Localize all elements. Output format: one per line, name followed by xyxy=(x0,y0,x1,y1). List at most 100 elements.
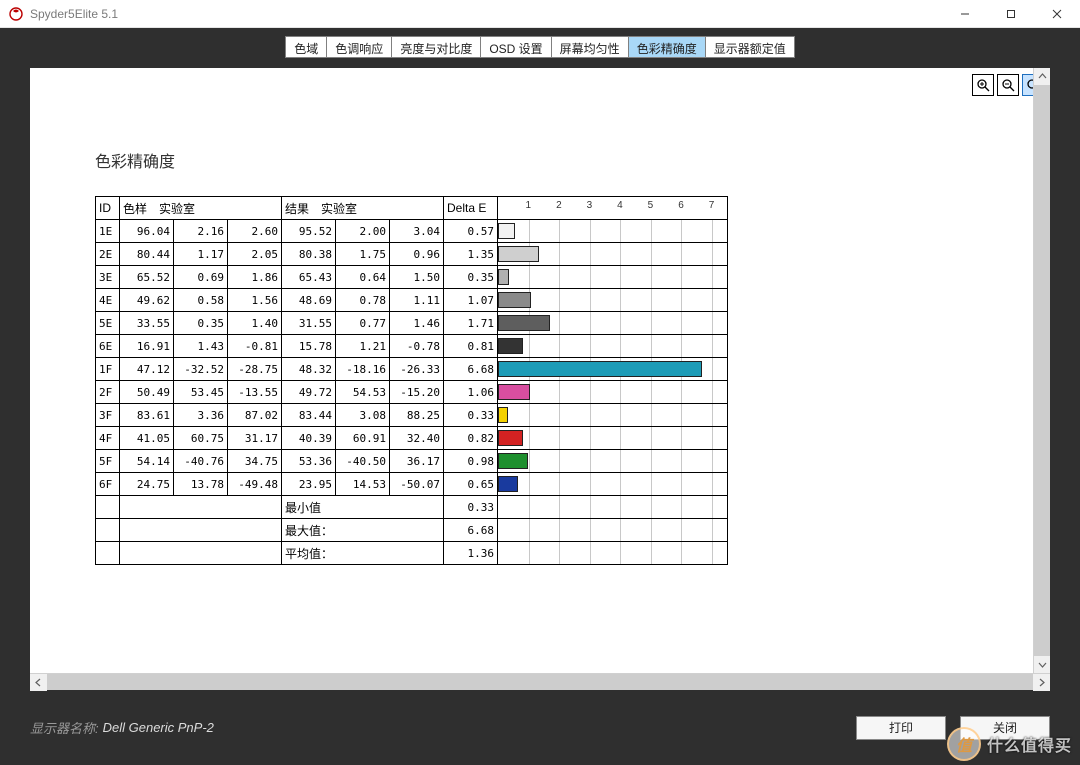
table-stat-row: 平均值：1.36 xyxy=(96,542,728,565)
tab-0[interactable]: 色域 xyxy=(286,37,327,57)
content-panel: 色彩精确度 ID色样 实验室结果 实验室Delta E12345671E96.0… xyxy=(30,68,1050,690)
cell-sample: 54.14 xyxy=(120,450,174,473)
cell-sample: -49.48 xyxy=(228,473,282,496)
cell-delta-e: 1.06 xyxy=(444,381,498,404)
tab-2[interactable]: 亮度与对比度 xyxy=(392,37,481,57)
cell-sample: 47.12 xyxy=(120,358,174,381)
stat-label: 最小值 xyxy=(282,496,444,519)
cell-sample: 34.75 xyxy=(228,450,282,473)
cell-result: 15.78 xyxy=(282,335,336,358)
table-stat-row: 最大值：6.68 xyxy=(96,519,728,542)
cell-result: 2.00 xyxy=(336,220,390,243)
vertical-scrollbar[interactable] xyxy=(1033,68,1050,673)
cell-sample: 2.05 xyxy=(228,243,282,266)
cell-sample: 0.69 xyxy=(174,266,228,289)
page-title: 色彩精确度 xyxy=(95,148,775,172)
cell-sample: 31.17 xyxy=(228,427,282,450)
cell-delta-e: 0.33 xyxy=(444,404,498,427)
cell-result: 3.08 xyxy=(336,404,390,427)
cell-result: 32.40 xyxy=(390,427,444,450)
cell-result: 1.46 xyxy=(390,312,444,335)
table-row: 2F50.4953.45-13.5549.7254.53-15.201.06 xyxy=(96,381,728,404)
cell-bar xyxy=(498,381,728,404)
cell-sample: 33.55 xyxy=(120,312,174,335)
cell-sample: 83.61 xyxy=(120,404,174,427)
stat-value: 6.68 xyxy=(444,519,498,542)
print-button[interactable]: 打印 xyxy=(856,716,946,740)
cell-result: 88.25 xyxy=(390,404,444,427)
cell-delta-e: 0.81 xyxy=(444,335,498,358)
cell-delta-e: 0.35 xyxy=(444,266,498,289)
cell-result: -18.16 xyxy=(336,358,390,381)
cell-sample: 96.04 xyxy=(120,220,174,243)
table-row: 4E49.620.581.5648.690.781.111.07 xyxy=(96,289,728,312)
cell-result: 1.50 xyxy=(390,266,444,289)
zoom-out-button[interactable] xyxy=(997,74,1019,96)
cell-id: 4F xyxy=(96,427,120,450)
stat-label: 最大值： xyxy=(282,519,444,542)
cell-result: 83.44 xyxy=(282,404,336,427)
tab-6[interactable]: 显示器额定值 xyxy=(706,37,794,57)
cell-sample: 41.05 xyxy=(120,427,174,450)
close-button[interactable]: 关闭 xyxy=(960,716,1050,740)
cell-result: 0.78 xyxy=(336,289,390,312)
cell-sample: 50.49 xyxy=(120,381,174,404)
cell-id: 5F xyxy=(96,450,120,473)
cell-sample: 49.62 xyxy=(120,289,174,312)
cell-result: -40.50 xyxy=(336,450,390,473)
tab-1[interactable]: 色调响应 xyxy=(327,37,392,57)
cell-delta-e: 1.35 xyxy=(444,243,498,266)
cell-id: 6F xyxy=(96,473,120,496)
cell-bar xyxy=(498,289,728,312)
tab-5[interactable]: 色彩精确度 xyxy=(629,37,706,57)
scroll-down-icon[interactable] xyxy=(1034,656,1050,673)
cell-delta-e: 0.57 xyxy=(444,220,498,243)
table-stat-row: 最小值0.33 xyxy=(96,496,728,519)
window-minimize-button[interactable] xyxy=(942,0,988,28)
cell-delta-e: 1.71 xyxy=(444,312,498,335)
tab-3[interactable]: OSD 设置 xyxy=(481,37,551,57)
cell-bar xyxy=(498,404,728,427)
cell-id: 5E xyxy=(96,312,120,335)
table-row: 6F24.7513.78-49.4823.9514.53-50.070.65 xyxy=(96,473,728,496)
table-row: 5F54.14-40.7634.7553.36-40.5036.170.98 xyxy=(96,450,728,473)
cell-id: 2E xyxy=(96,243,120,266)
cell-result: 95.52 xyxy=(282,220,336,243)
cell-sample: 60.75 xyxy=(174,427,228,450)
horizontal-scrollbar[interactable] xyxy=(30,673,1050,690)
cell-result: 14.53 xyxy=(336,473,390,496)
cell-result: -50.07 xyxy=(390,473,444,496)
window-maximize-button[interactable] xyxy=(988,0,1034,28)
window-close-button[interactable] xyxy=(1034,0,1080,28)
cell-sample: 24.75 xyxy=(120,473,174,496)
cell-result: 65.43 xyxy=(282,266,336,289)
cell-result: 49.72 xyxy=(282,381,336,404)
cell-bar xyxy=(498,220,728,243)
cell-sample: 0.35 xyxy=(174,312,228,335)
cell-id: 2F xyxy=(96,381,120,404)
cell-sample: 13.78 xyxy=(174,473,228,496)
cell-sample: -13.55 xyxy=(228,381,282,404)
cell-sample: 1.40 xyxy=(228,312,282,335)
cell-bar xyxy=(498,312,728,335)
cell-sample: 80.44 xyxy=(120,243,174,266)
tab-4[interactable]: 屏幕均匀性 xyxy=(552,37,629,57)
cell-delta-e: 0.98 xyxy=(444,450,498,473)
th-chart: 1234567 xyxy=(498,197,728,220)
monitor-name-value: Dell Generic PnP-2 xyxy=(103,720,214,735)
app-frame: 色域色调响应亮度与对比度OSD 设置屏幕均匀性色彩精确度显示器额定值 色彩精确度… xyxy=(0,28,1080,765)
cell-result: -15.20 xyxy=(390,381,444,404)
scroll-left-icon[interactable] xyxy=(30,674,47,691)
cell-sample: 2.60 xyxy=(228,220,282,243)
cell-id: 1E xyxy=(96,220,120,243)
table-row: 2E80.441.172.0580.381.750.961.35 xyxy=(96,243,728,266)
cell-result: 1.11 xyxy=(390,289,444,312)
cell-id: 1F xyxy=(96,358,120,381)
zoom-in-button[interactable] xyxy=(972,74,994,96)
scroll-right-icon[interactable] xyxy=(1033,674,1050,691)
stat-value: 1.36 xyxy=(444,542,498,565)
scroll-up-icon[interactable] xyxy=(1034,68,1050,85)
cell-sample: 1.43 xyxy=(174,335,228,358)
cell-result: 1.21 xyxy=(336,335,390,358)
app-icon xyxy=(8,6,24,22)
